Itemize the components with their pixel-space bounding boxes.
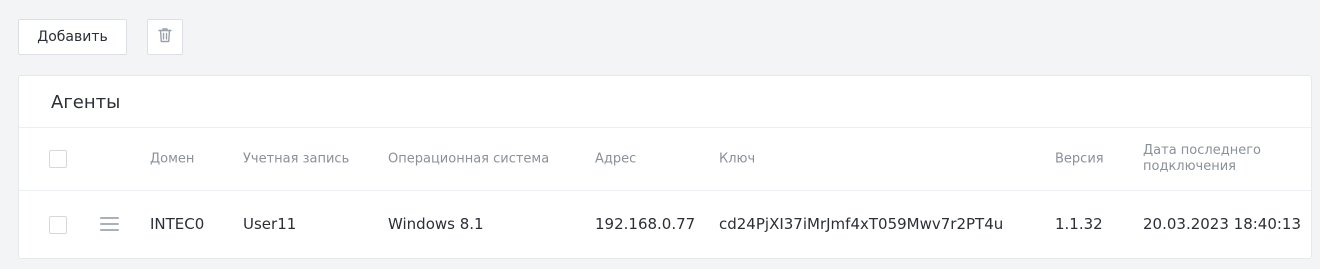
cell-address: 192.168.0.77 [595,215,696,233]
add-button-label: Добавить [37,29,108,45]
cell-version: 1.1.32 [1055,215,1103,233]
title-divider [19,127,1311,128]
cell-os: Windows 8.1 [388,215,484,233]
column-header-version[interactable]: Версия [1055,152,1104,167]
add-button[interactable]: Добавить [18,19,127,55]
cell-domain: INTEC0 [150,215,205,233]
column-header-os[interactable]: Операционная система [388,152,549,167]
column-header-account[interactable]: Учетная запись [243,152,349,167]
panel-title: Агенты [51,92,121,113]
select-all-checkbox[interactable] [49,150,67,168]
trash-icon [156,26,174,48]
cell-key: cd24PjXI37iMrJmf4xT059Mwv7r2PT4u [719,215,1004,233]
column-header-domain[interactable]: Домен [150,152,194,167]
cell-account: User11 [243,215,297,233]
toolbar: Добавить [18,19,183,55]
hamburger-menu-icon[interactable] [100,217,119,232]
row-checkbox[interactable] [49,216,67,234]
column-header-key[interactable]: Ключ [719,152,755,167]
column-header-address[interactable]: Адрес [595,152,636,167]
delete-button[interactable] [147,19,183,55]
agents-panel: Агенты Домен Учетная запись Операционная… [18,75,1312,259]
column-header-last-connection[interactable]: Дата последнего подключения [1143,143,1283,175]
cell-last-connection: 20.03.2023 18:40:13 [1143,215,1302,233]
header-divider [19,190,1311,191]
